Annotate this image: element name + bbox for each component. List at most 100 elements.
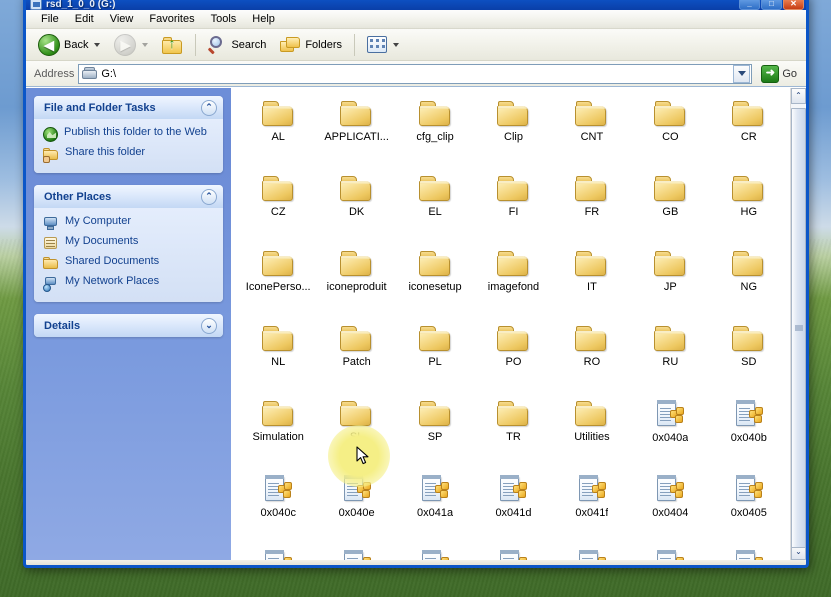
file-item[interactable]: NG [710, 248, 788, 323]
address-dropdown-button[interactable] [733, 64, 751, 83]
chevron-down-icon [737, 71, 746, 76]
panel-header-file-and-folder-tasks[interactable]: File and Folder Tasks ⌃ [34, 96, 223, 119]
menu-item-view[interactable]: View [103, 11, 141, 27]
file-item[interactable]: 0x0405 [710, 473, 788, 548]
file-item[interactable]: iconeproduit [317, 248, 395, 323]
panel-header-other-places[interactable]: Other Places ⌃ [34, 185, 223, 208]
go-button[interactable]: ➜ Go [756, 63, 802, 85]
folder-icon [340, 175, 373, 203]
sidebar-item-my-computer[interactable]: My Computer [43, 215, 215, 231]
views-button[interactable] [361, 32, 405, 57]
file-item[interactable]: Utilities [553, 398, 631, 473]
file-item[interactable]: imagefond [474, 248, 552, 323]
folders-button[interactable]: Folders [274, 32, 348, 58]
file-item[interactable]: CO [631, 98, 709, 173]
file-item[interactable]: 0x040e [317, 473, 395, 548]
resource-file-icon [419, 475, 451, 504]
file-item[interactable]: APPLICATI... [317, 98, 395, 173]
file-item[interactable]: NL [239, 323, 317, 398]
panel-body-file-and-folder-tasks: Publish this folder to the Web Share thi… [34, 119, 223, 173]
file-item[interactable]: HG [710, 173, 788, 248]
file-item[interactable]: SD [710, 323, 788, 398]
file-item[interactable]: FI [474, 173, 552, 248]
file-item[interactable]: cfg_clip [396, 98, 474, 173]
forward-dropdown-caret-icon[interactable] [142, 42, 149, 47]
file-item[interactable] [553, 548, 631, 560]
sidebar-item-share-this-folder[interactable]: Share this folder [43, 146, 215, 163]
file-item[interactable] [631, 548, 709, 560]
file-item[interactable]: DK [317, 173, 395, 248]
sidebar-item-label: My Network Places [65, 275, 160, 287]
menu-item-favorites[interactable]: Favorites [142, 11, 201, 27]
minimize-button[interactable]: _ [739, 0, 760, 10]
scrollbar-thumb[interactable] [791, 108, 806, 548]
my-computer-icon [43, 216, 59, 231]
chevron-up-icon[interactable]: ⌃ [201, 188, 217, 205]
forward-arrow-glyph: ▶ [120, 37, 131, 52]
sidebar-item-shared-documents[interactable]: Shared Documents [43, 255, 215, 271]
forward-arrow-icon: ▶ [114, 33, 137, 56]
file-item[interactable] [710, 548, 788, 560]
file-item[interactable] [474, 548, 552, 560]
file-item-label: NG [740, 281, 758, 293]
scrollbar-track[interactable] [791, 104, 806, 548]
panel-title: Details [44, 319, 81, 332]
search-button[interactable]: Search [202, 31, 272, 58]
close-button[interactable]: ✕ [783, 0, 804, 10]
menu-item-help[interactable]: Help [245, 11, 282, 27]
file-item[interactable]: 0x041d [474, 473, 552, 548]
file-item-label: RU [662, 356, 679, 368]
forward-button[interactable]: ▶ [108, 30, 154, 60]
file-item[interactable]: CZ [239, 173, 317, 248]
views-dropdown-caret-icon[interactable] [393, 42, 400, 47]
chevron-up-icon[interactable]: ⌃ [201, 99, 217, 116]
file-item[interactable]: JP [631, 248, 709, 323]
file-item[interactable] [239, 548, 317, 560]
file-item[interactable]: 0x041f [553, 473, 631, 548]
file-item[interactable]: RO [553, 323, 631, 398]
vertical-scrollbar[interactable]: ⌃ ⌄ [790, 88, 806, 560]
file-item[interactable]: Patch [317, 323, 395, 398]
file-item[interactable]: PO [474, 323, 552, 398]
file-item[interactable]: iconesetup [396, 248, 474, 323]
sidebar-item-my-network-places[interactable]: My Network Places [43, 275, 215, 292]
file-item[interactable]: CR [710, 98, 788, 173]
file-item[interactable]: 0x0404 [631, 473, 709, 548]
sidebar-item-my-documents[interactable]: My Documents [43, 235, 215, 251]
panel-header-details[interactable]: Details ⌄ [34, 314, 223, 337]
file-item[interactable]: SP [396, 398, 474, 473]
file-item[interactable] [396, 548, 474, 560]
resource-file-icon [654, 400, 686, 429]
file-item[interactable]: 0x040c [239, 473, 317, 548]
file-item[interactable]: PL [396, 323, 474, 398]
file-item[interactable]: 0x040a [631, 398, 709, 473]
file-item[interactable]: EL [396, 173, 474, 248]
address-input[interactable]: G:\ [78, 63, 753, 84]
file-item[interactable]: TR [474, 398, 552, 473]
menu-item-file[interactable]: File [34, 11, 66, 27]
file-item[interactable]: Simulation [239, 398, 317, 473]
sidebar-item-publish-to-web[interactable]: Publish this folder to the Web [43, 126, 215, 142]
file-item[interactable]: FR [553, 173, 631, 248]
file-item[interactable]: GB [631, 173, 709, 248]
file-item[interactable]: SL [317, 398, 395, 473]
file-item[interactable]: 0x041a [396, 473, 474, 548]
menu-item-tools[interactable]: Tools [204, 11, 244, 27]
file-item[interactable]: Clip [474, 98, 552, 173]
file-item[interactable]: RU [631, 323, 709, 398]
back-button[interactable]: ◀ Back [32, 30, 106, 60]
file-item[interactable]: IT [553, 248, 631, 323]
file-item[interactable]: 0x040b [710, 398, 788, 473]
scroll-up-button[interactable]: ⌃ [791, 88, 806, 104]
file-item[interactable]: IconePerso... [239, 248, 317, 323]
window-title-bar[interactable]: rsd_1_0_0 (G:) _ □ ✕ [26, 0, 806, 10]
file-item[interactable] [317, 548, 395, 560]
menu-item-edit[interactable]: Edit [68, 11, 101, 27]
file-item[interactable]: CNT [553, 98, 631, 173]
chevron-down-icon[interactable]: ⌄ [201, 317, 217, 334]
maximize-button[interactable]: □ [761, 0, 782, 10]
back-dropdown-caret-icon[interactable] [94, 42, 101, 47]
toolbar-separator-2 [354, 33, 356, 56]
file-item[interactable]: AL [239, 98, 317, 173]
up-button[interactable]: ↑ [156, 31, 189, 58]
